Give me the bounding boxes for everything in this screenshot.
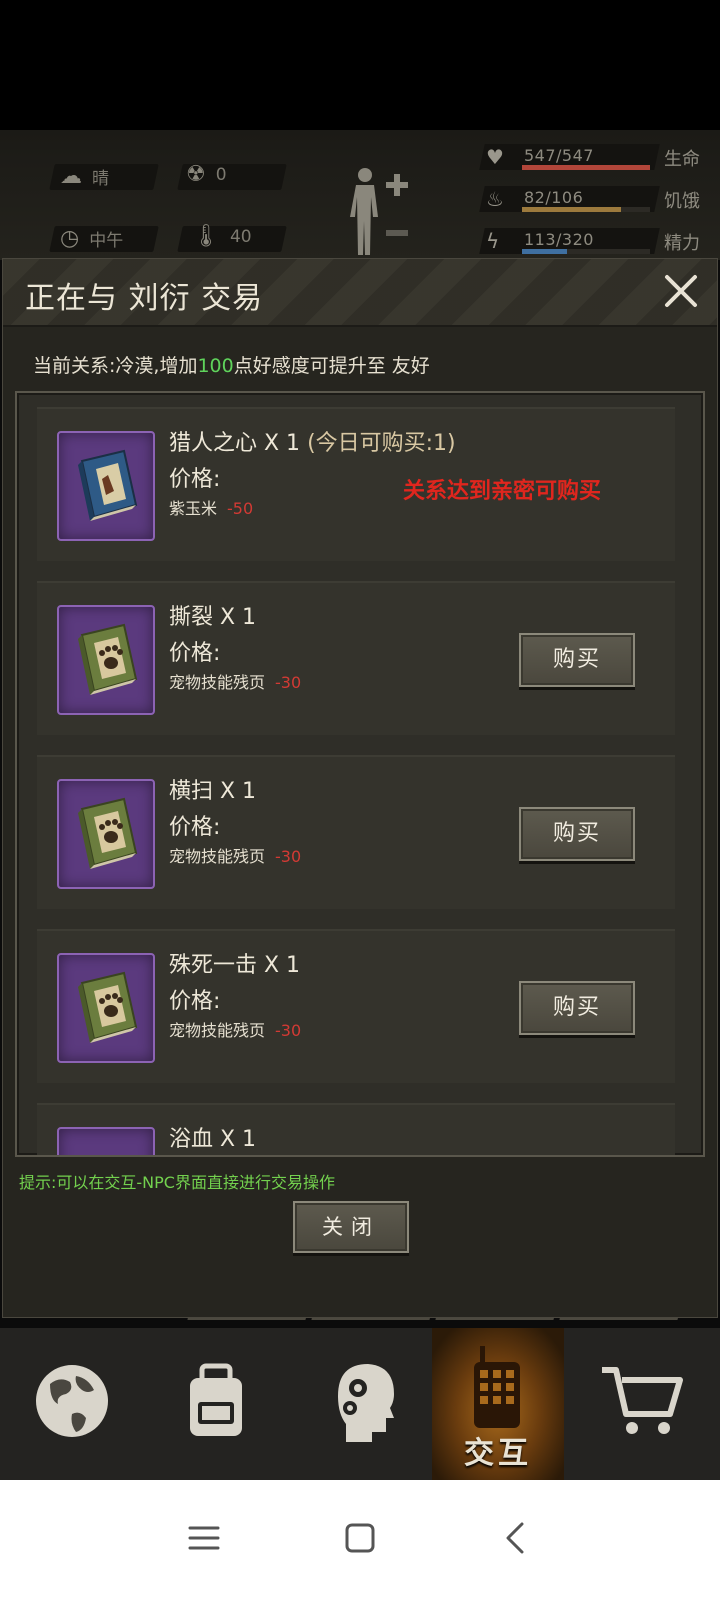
trade-item: 浴血 X 1 — [37, 1103, 675, 1155]
stomach-icon: ♨ — [486, 187, 504, 211]
head-gears-icon — [338, 1364, 394, 1442]
item-slot — [57, 953, 155, 1063]
nav-map[interactable] — [0, 1328, 144, 1480]
trade-dialog: 正在与 刘衍 交易 当前关系:冷漠,增加100点好感度可提升至 友好 猎人之心 … — [2, 258, 718, 1318]
cost-value: -30 — [275, 673, 302, 692]
temperature-value: 40 — [229, 227, 252, 247]
hunter-book-icon — [78, 449, 138, 521]
dialog-title: 正在与 刘衍 交易 — [25, 281, 264, 316]
walkie-talkie-icon — [474, 1346, 520, 1428]
item-name: 殊死一击 X 1 — [169, 953, 301, 978]
currency-name: 宠物技能残页 — [169, 847, 266, 866]
energy-value: 113/320 — [524, 230, 594, 249]
price-label: 价格: — [169, 467, 221, 492]
cost-value: -30 — [275, 847, 302, 866]
cost-value: -30 — [275, 1021, 302, 1040]
buy-button[interactable]: 购买 — [519, 981, 635, 1035]
system-nav-bar — [0, 1480, 720, 1601]
stat-hunger: ♨ 82/106 饥饿 — [479, 184, 712, 214]
radiation-info: ☢ 0 — [186, 164, 227, 186]
hunger-value: 82/106 — [524, 188, 584, 207]
nav-skills[interactable] — [288, 1328, 432, 1480]
heart-icon: ♥ — [486, 145, 504, 169]
price-label: 价格: — [169, 641, 221, 666]
price-row: 宠物技能残页 -30 — [169, 1017, 301, 1041]
trade-hint: 提示:可以在交互-NPC界面直接进行交易操作 — [19, 1173, 335, 1192]
nav-backpack[interactable] — [144, 1328, 288, 1480]
item-name: 横扫 X 1 — [169, 779, 257, 804]
weather-text: 晴 — [92, 169, 109, 189]
trade-item-list[interactable]: 猎人之心 X 1 (今日可购买:1) 价格: 紫玉米 -50 关系达到亲密可购买 … — [15, 391, 705, 1157]
trade-item: 撕裂 X 1 价格: 宠物技能残页 -30 购买 — [37, 581, 675, 735]
dialog-header: 正在与 刘衍 交易 — [3, 259, 717, 327]
cloud-sun-icon: ☁ — [60, 163, 82, 189]
radiation-icon: ☢ — [186, 162, 206, 187]
weather-info: ☁ 晴 — [60, 164, 109, 189]
item-name: 猎人之心 X 1 (今日可购买:1) — [169, 431, 456, 456]
health-bar — [522, 165, 650, 170]
relation-suffix: 点好感度可提升至 友好 — [233, 355, 430, 377]
item-name: 撕裂 X 1 — [169, 605, 257, 630]
hunger-label: 饥饿 — [664, 191, 700, 212]
item-slot — [57, 779, 155, 889]
time-info: ◷ 中午 — [60, 226, 123, 251]
paw-book-icon — [78, 797, 138, 869]
purchase-limit: (今日可购买:1) — [307, 431, 456, 456]
relation-prefix: 当前关系:冷漠,增加 — [33, 355, 198, 377]
radiation-value: 0 — [215, 165, 227, 185]
trade-item: 横扫 X 1 价格: 宠物技能残页 -30 购买 — [37, 755, 675, 909]
thermometer-icon: 🌡 — [192, 224, 220, 249]
health-value: 547/547 — [524, 146, 594, 165]
buy-button[interactable]: 购买 — [519, 633, 635, 687]
back-icon[interactable] — [496, 1518, 536, 1558]
buy-button[interactable]: 购买 — [519, 807, 635, 861]
health-label: 生命 — [664, 149, 700, 170]
item-name: 浴血 X 1 — [169, 1127, 257, 1152]
locked-requirement: 关系达到亲密可购买 — [403, 479, 602, 504]
price-row: 紫玉米 -50 — [169, 495, 253, 519]
energy-icon: ϟ — [486, 229, 500, 253]
item-slot — [57, 1127, 155, 1155]
close-icon[interactable] — [659, 269, 703, 313]
clock-icon: ◷ — [60, 225, 80, 251]
cart-icon — [602, 1367, 683, 1434]
stat-health: ♥ 547/547 生命 — [479, 142, 712, 172]
currency-name: 宠物技能残页 — [169, 1021, 266, 1040]
currency-name: 宠物技能残页 — [169, 673, 266, 692]
nav-interact-label: 交互 — [464, 1436, 532, 1471]
price-row: 宠物技能残页 -30 — [169, 843, 301, 867]
globe-icon — [36, 1365, 108, 1437]
home-icon[interactable] — [340, 1518, 380, 1558]
temperature-info: 🌡 40 — [192, 226, 252, 248]
menu-icon[interactable] — [184, 1518, 224, 1558]
cost-value: -50 — [227, 499, 254, 518]
price-label: 价格: — [169, 815, 221, 840]
stat-energy: ϟ 113/320 精力 — [479, 226, 712, 256]
price-row: 宠物技能残页 -30 — [169, 669, 301, 693]
relation-points: 100 — [197, 355, 234, 377]
backpack-icon — [190, 1363, 242, 1436]
item-slot — [57, 431, 155, 541]
nav-interact[interactable]: 交互 — [432, 1328, 564, 1480]
bottom-nav: 交互 — [0, 1328, 720, 1480]
item-slot — [57, 605, 155, 715]
hunger-bar — [522, 207, 621, 212]
energy-bar — [522, 249, 567, 254]
paw-book-icon — [78, 623, 138, 695]
plus-icon — [386, 174, 408, 196]
time-of-day: 中午 — [89, 231, 124, 251]
minus-icon — [386, 230, 408, 236]
trade-item: 猎人之心 X 1 (今日可购买:1) 价格: 紫玉米 -50 关系达到亲密可购买 — [37, 407, 675, 561]
relation-status: 当前关系:冷漠,增加100点好感度可提升至 友好 — [33, 351, 430, 378]
top-black-area — [0, 0, 720, 130]
trade-item: 殊死一击 X 1 价格: 宠物技能残页 -30 购买 — [37, 929, 675, 1083]
currency-name: 紫玉米 — [169, 499, 218, 518]
paw-book-icon — [78, 971, 138, 1043]
price-label: 价格: — [169, 989, 221, 1014]
nav-shop[interactable] — [576, 1328, 720, 1480]
energy-label: 精力 — [664, 233, 700, 254]
close-button[interactable]: 关闭 — [293, 1201, 409, 1253]
